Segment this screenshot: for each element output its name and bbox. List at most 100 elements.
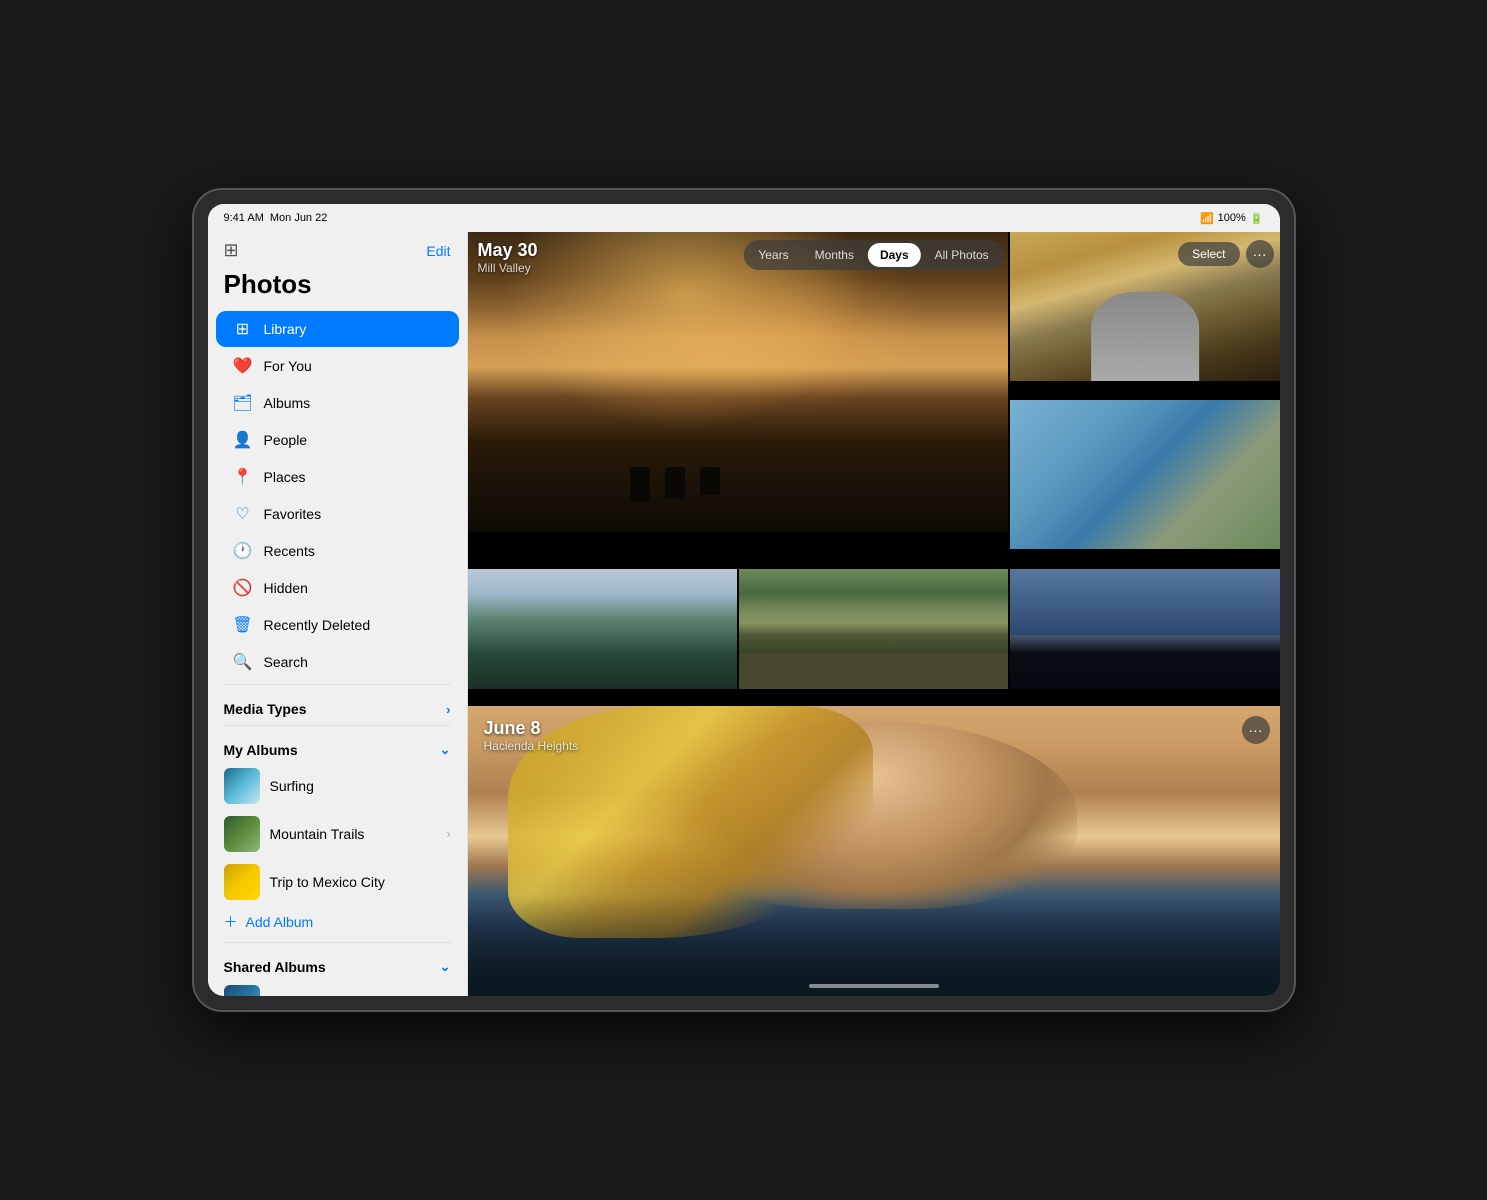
hidden-icon: 🚫 (232, 578, 254, 598)
photo-cell-woman-cyclist[interactable] (1010, 400, 1279, 549)
view-btn-years[interactable]: Years (746, 243, 800, 267)
my-albums-header[interactable]: My Albums ⌄ (208, 730, 467, 762)
sidebar-item-favorites[interactable]: ♡ Favorites (216, 496, 459, 532)
album-label-surfing: Surfing (270, 778, 314, 794)
my-albums-chevron: ⌄ (440, 742, 451, 758)
view-btn-all-photos[interactable]: All Photos (923, 243, 1001, 267)
albums-icon: 🗂 (232, 393, 254, 413)
ipad-screen: 9:41 AM Mon Jun 22 📶 100% 🔋 ⊞ Edit Photo… (208, 204, 1280, 996)
june-date-label: June 8 Hacienda Heights (484, 718, 579, 753)
sidebar-label-for-you: For You (264, 358, 312, 374)
forest-photo (468, 232, 1009, 532)
photo-cell-two-cyclists[interactable] (1010, 569, 1279, 689)
sidebar-label-people: People (264, 432, 308, 448)
select-more-bar: Select ··· (1178, 240, 1273, 268)
photo-cell-cyclists-road[interactable] (739, 569, 1008, 689)
sidebar-item-places[interactable]: 📍 Places (216, 459, 459, 495)
forest-silhouettes (630, 467, 720, 502)
june-more-button[interactable]: ··· (1242, 716, 1270, 744)
sidebar-item-recently-deleted[interactable]: 🗑 Recently Deleted (216, 607, 459, 643)
photo-cell-forest[interactable] (468, 232, 1009, 532)
battery-percentage: 100% (1218, 212, 1246, 224)
woman-cyclist-photo (1010, 400, 1279, 549)
shared-albums-label: Shared Albums (224, 959, 326, 975)
mountain-trails-arrow: › (447, 827, 451, 841)
cyclist-1 (630, 467, 650, 502)
june-section: June 8 Hacienda Heights ··· (468, 706, 1280, 996)
photo-cell-foggy-trees[interactable] (468, 569, 737, 689)
view-btn-months[interactable]: Months (803, 243, 866, 267)
photo-area: Years Months Days All Photos May 30 Mill… (468, 232, 1280, 996)
sidebar-label-places: Places (264, 469, 306, 485)
view-btn-days[interactable]: Days (868, 243, 921, 267)
may-date-main: May 30 (478, 240, 538, 261)
sidebar-item-hidden[interactable]: 🚫 Hidden (216, 570, 459, 606)
album-thumb-surfing (224, 768, 260, 804)
sidebar-item-for-you[interactable]: ❤️ For You (216, 348, 459, 384)
status-bar-left: 9:41 AM Mon Jun 22 (224, 212, 328, 224)
status-bar: 9:41 AM Mon Jun 22 📶 100% 🔋 (208, 204, 1280, 232)
divider-1 (224, 684, 451, 685)
for-you-icon: ❤️ (232, 356, 254, 376)
main-content: ⊞ Edit Photos ⊞ Library ❤️ For You 🗂 (208, 232, 1280, 996)
sidebar-label-library: Library (264, 321, 307, 337)
sidebar-item-library[interactable]: ⊞ Library (216, 311, 459, 347)
status-bar-right: 📶 100% 🔋 (1200, 212, 1264, 225)
album-thumb-mountain-trails (224, 816, 260, 852)
sidebar-label-albums: Albums (264, 395, 311, 411)
select-button[interactable]: Select (1178, 242, 1239, 266)
sidebar-label-recently-deleted: Recently Deleted (264, 617, 371, 633)
media-types-header[interactable]: Media Types › (208, 689, 467, 721)
divider-2 (224, 725, 451, 726)
cyclists-road-photo (739, 569, 1008, 689)
june-location: Hacienda Heights (484, 739, 579, 753)
may-date-label: May 30 Mill Valley (478, 240, 538, 275)
people-icon: 👤 (232, 430, 254, 450)
places-icon: 📍 (232, 467, 254, 487)
sidebar: ⊞ Edit Photos ⊞ Library ❤️ For You 🗂 (208, 232, 468, 996)
add-album-plus-icon: ＋ (224, 912, 238, 932)
photo-grid-may: May 30 Mill Valley Select ··· (468, 232, 1280, 706)
media-types-chevron: › (446, 702, 450, 717)
album-label-summer-camping: Summer Camping (270, 995, 383, 996)
favorites-icon: ♡ (232, 504, 254, 524)
sidebar-label-hidden: Hidden (264, 580, 308, 596)
shared-albums-header[interactable]: Shared Albums ⌄ (208, 947, 467, 979)
scroll-indicator (809, 984, 939, 988)
sidebar-item-people[interactable]: 👤 People (216, 422, 459, 458)
sidebar-toggle-icon[interactable]: ⊞ (224, 240, 239, 261)
album-item-surfing[interactable]: Surfing (208, 762, 467, 810)
june-date-main: June 8 (484, 718, 579, 739)
album-thumb-camping (224, 985, 260, 996)
album-item-summer-camping[interactable]: Summer Camping (208, 979, 467, 996)
sidebar-item-recents[interactable]: 🕐 Recents (216, 533, 459, 569)
album-item-trip-mexico[interactable]: Trip to Mexico City (208, 858, 467, 906)
more-button[interactable]: ··· (1246, 240, 1274, 268)
two-cyclists-photo (1010, 569, 1279, 689)
sidebar-label-favorites: Favorites (264, 506, 322, 522)
album-label-trip-mexico: Trip to Mexico City (270, 874, 385, 890)
sidebar-item-search[interactable]: 🔍 Search (216, 644, 459, 680)
ipad-frame: 9:41 AM Mon Jun 22 📶 100% 🔋 ⊞ Edit Photo… (194, 190, 1294, 1010)
status-time: 9:41 AM (224, 212, 264, 224)
album-item-mountain-trails[interactable]: Mountain Trails › (208, 810, 467, 858)
sidebar-header: ⊞ Edit (208, 232, 467, 265)
shared-albums-chevron: ⌄ (440, 959, 451, 975)
divider-3 (224, 942, 451, 943)
cyclist-2 (665, 467, 685, 499)
add-album-button[interactable]: ＋ Add Album (208, 906, 467, 938)
my-albums-label: My Albums (224, 742, 298, 758)
june-portrait-photo[interactable] (468, 706, 1280, 996)
sidebar-edit-button[interactable]: Edit (426, 243, 450, 259)
search-icon: 🔍 (232, 652, 254, 672)
album-label-mountain-trails: Mountain Trails (270, 826, 365, 842)
foggy-trees-photo (468, 569, 737, 689)
sidebar-item-albums[interactable]: 🗂 Albums (216, 385, 459, 421)
status-date: Mon Jun 22 (270, 212, 327, 224)
recently-deleted-icon: 🗑 (232, 615, 254, 635)
sidebar-label-search: Search (264, 654, 308, 670)
sidebar-label-recents: Recents (264, 543, 315, 559)
add-album-label: Add Album (246, 914, 314, 930)
recents-icon: 🕐 (232, 541, 254, 561)
wifi-icon: 📶 (1200, 212, 1214, 225)
